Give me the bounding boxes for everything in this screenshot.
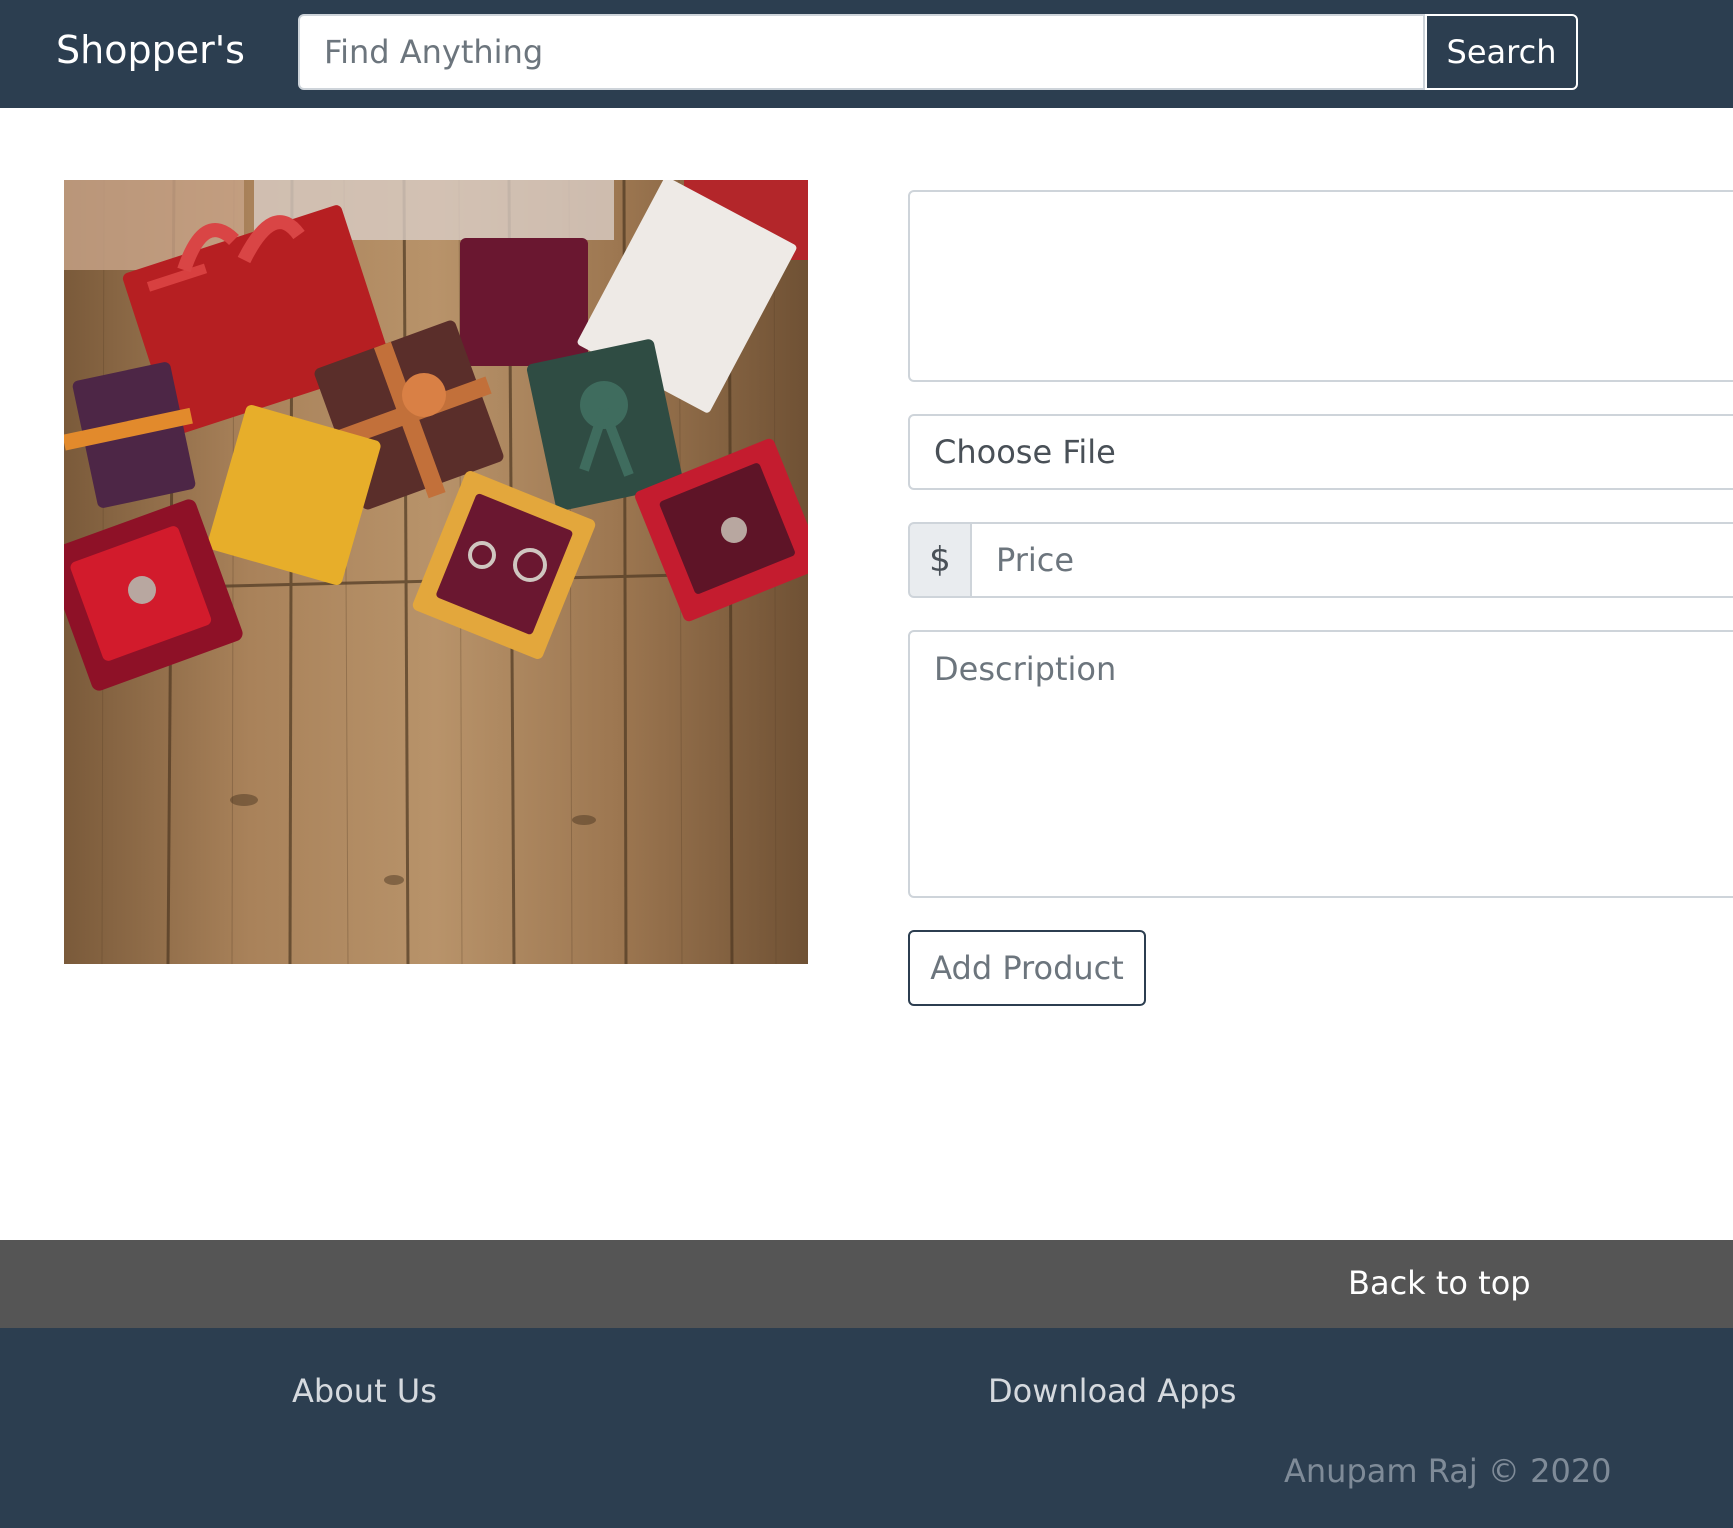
footer: About Us Download Apps Anupam Raj © 2020 bbox=[0, 1328, 1733, 1528]
product-image bbox=[64, 180, 808, 964]
copyright-text: Anupam Raj © 2020 bbox=[1284, 1452, 1612, 1490]
download-apps-link[interactable]: Download Apps bbox=[988, 1372, 1236, 1410]
price-input-group: $ bbox=[908, 522, 1733, 598]
add-product-button[interactable]: Add Product bbox=[908, 930, 1146, 1006]
price-input[interactable] bbox=[972, 522, 1733, 598]
gift-boxes-illustration bbox=[64, 180, 808, 964]
description-textarea[interactable] bbox=[908, 630, 1733, 898]
dollar-sign-addon: $ bbox=[908, 522, 972, 598]
product-name-field[interactable] bbox=[908, 190, 1733, 382]
back-to-top-bar: Back to top bbox=[0, 1240, 1733, 1328]
about-us-link[interactable]: About Us bbox=[292, 1372, 437, 1410]
search-button[interactable]: Search bbox=[1425, 14, 1578, 90]
back-to-top-link[interactable]: Back to top bbox=[1348, 1264, 1531, 1302]
file-upload-input[interactable]: Choose File bbox=[908, 414, 1733, 490]
brand-logo[interactable]: Shopper's bbox=[56, 28, 245, 72]
search-input[interactable] bbox=[298, 14, 1425, 90]
navbar: Shopper's Search bbox=[0, 0, 1733, 108]
